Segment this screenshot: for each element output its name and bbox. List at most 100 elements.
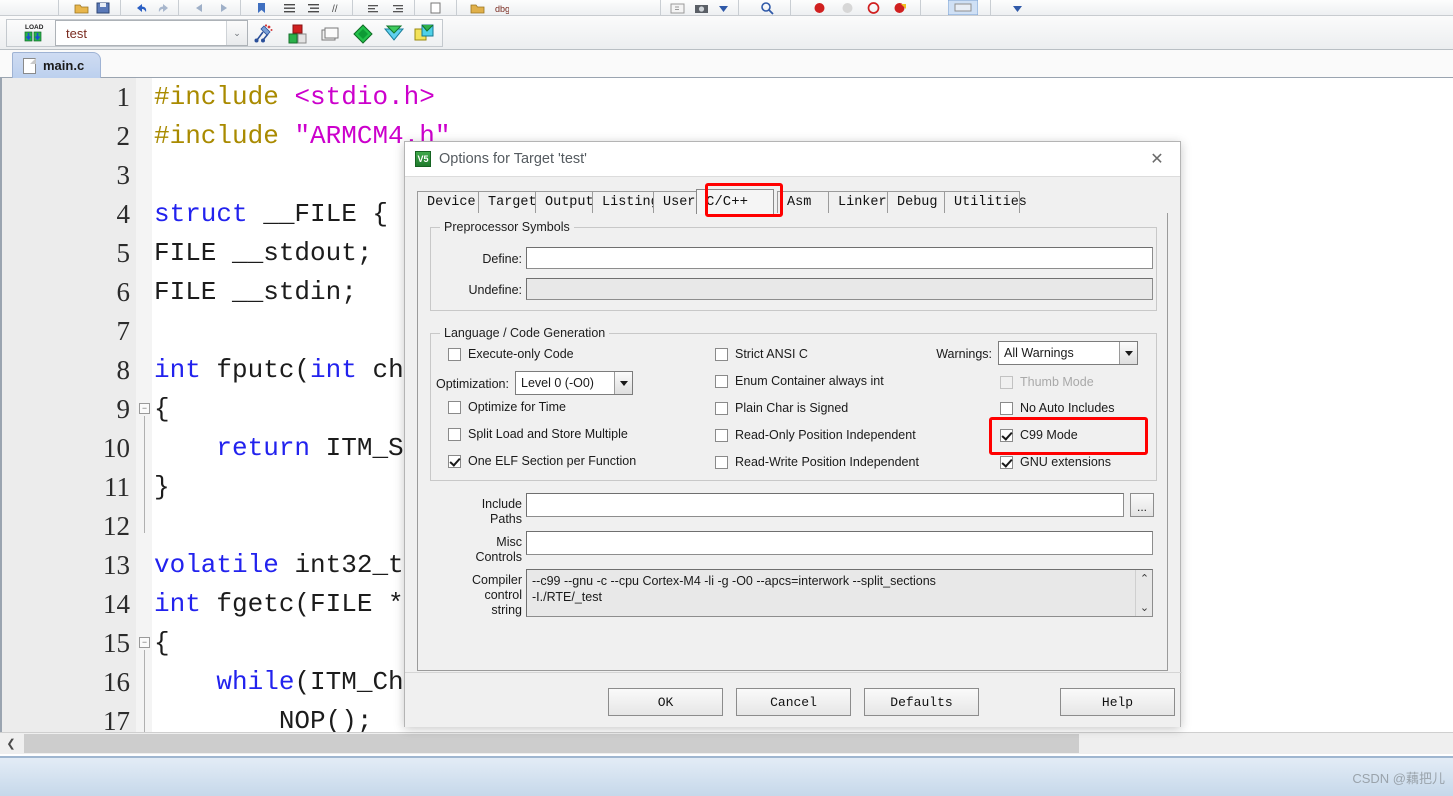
checkbox-read-write-position-independent[interactable] — [715, 456, 728, 469]
dialog-tab-asm[interactable]: Asm — [777, 191, 829, 213]
undefine-input[interactable] — [526, 278, 1153, 300]
forward-nav-icon[interactable] — [216, 1, 231, 15]
line-number: 3 — [116, 160, 131, 190]
dialog-tab-c-c[interactable]: C/C++ — [696, 189, 774, 214]
line-number: 9 — [116, 394, 131, 424]
manage-components-icon[interactable] — [287, 23, 309, 45]
checkbox-gnu-extensions[interactable] — [1000, 456, 1013, 469]
redo-icon[interactable] — [156, 1, 171, 15]
misc-controls-input[interactable] — [526, 531, 1153, 555]
breakpoint-icon[interactable] — [812, 1, 827, 15]
document-tab-main-c[interactable]: main.c — [12, 52, 102, 78]
line-number: 11 — [104, 472, 130, 502]
scroll-up-icon[interactable]: ⌃ — [1136, 570, 1152, 587]
include-paths-browse-button[interactable]: ... — [1130, 493, 1154, 517]
compiler-string-scrollbar[interactable]: ⌃ ⌄ — [1135, 570, 1152, 616]
scroll-down-icon[interactable]: ⌄ — [1136, 599, 1152, 616]
project-window-icon[interactable] — [320, 23, 342, 45]
dialog-tab-device[interactable]: Device — [417, 191, 479, 213]
compiler-control-string-box[interactable]: --c99 --gnu -c --cpu Cortex-M4 -li -g -O… — [526, 569, 1153, 617]
code-text: } — [154, 472, 170, 502]
define-input[interactable] — [526, 247, 1153, 269]
dialog-tab-user[interactable]: User — [653, 191, 697, 213]
magnifier-icon[interactable] — [760, 1, 775, 15]
save-icon[interactable] — [96, 1, 111, 15]
keil-uvision-window: // dbg LOAD test ⌄ main.c 1 #include <st… — [0, 0, 1453, 796]
fold-toggle-icon[interactable]: − — [139, 403, 150, 414]
open-folder-icon[interactable] — [74, 1, 89, 15]
close-icon[interactable]: ✕ — [1134, 142, 1180, 176]
dialog-tab-label: Debug — [897, 194, 938, 210]
back-nav-icon[interactable] — [192, 1, 207, 15]
breakpoint-disabled-icon[interactable] — [840, 1, 855, 15]
help-button[interactable]: Help — [1060, 688, 1175, 716]
checkbox-strict-ansi-c[interactable] — [715, 348, 728, 361]
label-enum-container-always-int: Enum Container always int — [735, 374, 884, 388]
dialog-tab-debug[interactable]: Debug — [887, 191, 945, 213]
window-layout-icon[interactable] — [948, 0, 978, 15]
defaults-button[interactable]: Defaults — [864, 688, 979, 716]
bookmark-icon[interactable] — [254, 1, 269, 15]
pack-manager-icon[interactable] — [413, 23, 435, 45]
checkbox-enum-container-always-int[interactable] — [715, 375, 728, 388]
cancel-button[interactable]: Cancel — [736, 688, 851, 716]
rte-manage-icon[interactable] — [352, 23, 374, 45]
dialog-tab-label: Target — [488, 194, 537, 210]
warnings-combo[interactable]: All Warnings — [998, 341, 1138, 365]
configure-target-icon[interactable] — [252, 23, 274, 45]
breakpoint-clear-icon[interactable] — [866, 1, 881, 15]
scroll-left-icon[interactable]: ❮ — [0, 733, 22, 754]
chevron-down-icon[interactable] — [1119, 342, 1137, 364]
line-number: 15 — [103, 628, 130, 658]
checkbox-c99-mode[interactable] — [1000, 429, 1013, 442]
editor-horizontal-scrollbar[interactable]: ❮ — [0, 732, 1453, 754]
textbox-icon[interactable] — [670, 1, 685, 15]
line-number: 2 — [116, 121, 131, 151]
ok-button[interactable]: OK — [608, 688, 723, 716]
debug-icon[interactable]: dbg — [494, 1, 509, 15]
dialog-tab-linker[interactable]: Linker — [828, 191, 888, 213]
align-right-icon[interactable] — [390, 1, 405, 15]
checkbox-execute-only-code[interactable] — [448, 348, 461, 361]
checkbox-split-load-store-multiple[interactable] — [448, 428, 461, 441]
align-left-icon[interactable] — [366, 1, 381, 15]
keil-logo-icon: V5 — [415, 151, 431, 167]
comment-icon[interactable]: // — [330, 1, 345, 15]
fold-toggle-icon[interactable]: − — [139, 637, 150, 648]
checkbox-read-only-position-independent[interactable] — [715, 429, 728, 442]
warnings-label: Warnings: — [936, 347, 992, 361]
dialog-tab-output[interactable]: Output — [535, 191, 594, 213]
optimization-combo[interactable]: Level 0 (-O0) — [515, 371, 633, 395]
load-to-flash-button[interactable]: LOAD — [20, 21, 46, 45]
chevron-down-icon[interactable]: ⌄ — [226, 21, 247, 45]
code-text: int fgetc(FILE *f) — [154, 589, 435, 619]
layout-dropdown-icon[interactable] — [1010, 1, 1025, 15]
pack-installer-icon[interactable] — [383, 23, 405, 45]
chevron-down-icon[interactable] — [614, 372, 632, 394]
project-target-combo[interactable]: test ⌄ — [55, 20, 248, 46]
dialog-tab-target[interactable]: Target — [478, 191, 537, 213]
indent-icon[interactable] — [282, 1, 297, 15]
line-number: 14 — [103, 589, 130, 619]
breakpoint-warn-icon[interactable] — [892, 1, 907, 15]
code-line: 1 #include <stdio.h> — [2, 78, 1453, 117]
outdent-icon[interactable] — [306, 1, 321, 15]
insert-file-icon[interactable] — [428, 1, 443, 15]
undo-icon[interactable] — [134, 1, 149, 15]
checkbox-plain-char-is-signed[interactable] — [715, 402, 728, 415]
dropdown-blue-icon[interactable] — [716, 1, 731, 15]
scroll-thumb[interactable] — [24, 734, 1079, 753]
dialog-tab-utilities[interactable]: Utilities — [944, 191, 1027, 213]
checkbox-one-elf-section-per-function[interactable] — [448, 455, 461, 468]
include-paths-input[interactable] — [526, 493, 1124, 517]
folder-open2-icon[interactable] — [470, 1, 485, 15]
label-read-write-position-independent: Read-Write Position Independent — [735, 455, 919, 469]
checkbox-no-auto-includes[interactable] — [1000, 402, 1013, 415]
dialog-tab-listing[interactable]: Listing — [592, 191, 659, 213]
code-text: NOP(); — [154, 706, 373, 732]
dialog-tabstrip[interactable]: Device Target Output Listing User C/C++ Asm Lin… — [417, 189, 1168, 214]
label-plain-char-is-signed: Plain Char is Signed — [735, 401, 849, 415]
checkbox-optimize-for-time[interactable] — [448, 401, 461, 414]
misc-controls-label: Misc Controls — [475, 535, 522, 564]
camera-icon[interactable] — [694, 1, 709, 15]
